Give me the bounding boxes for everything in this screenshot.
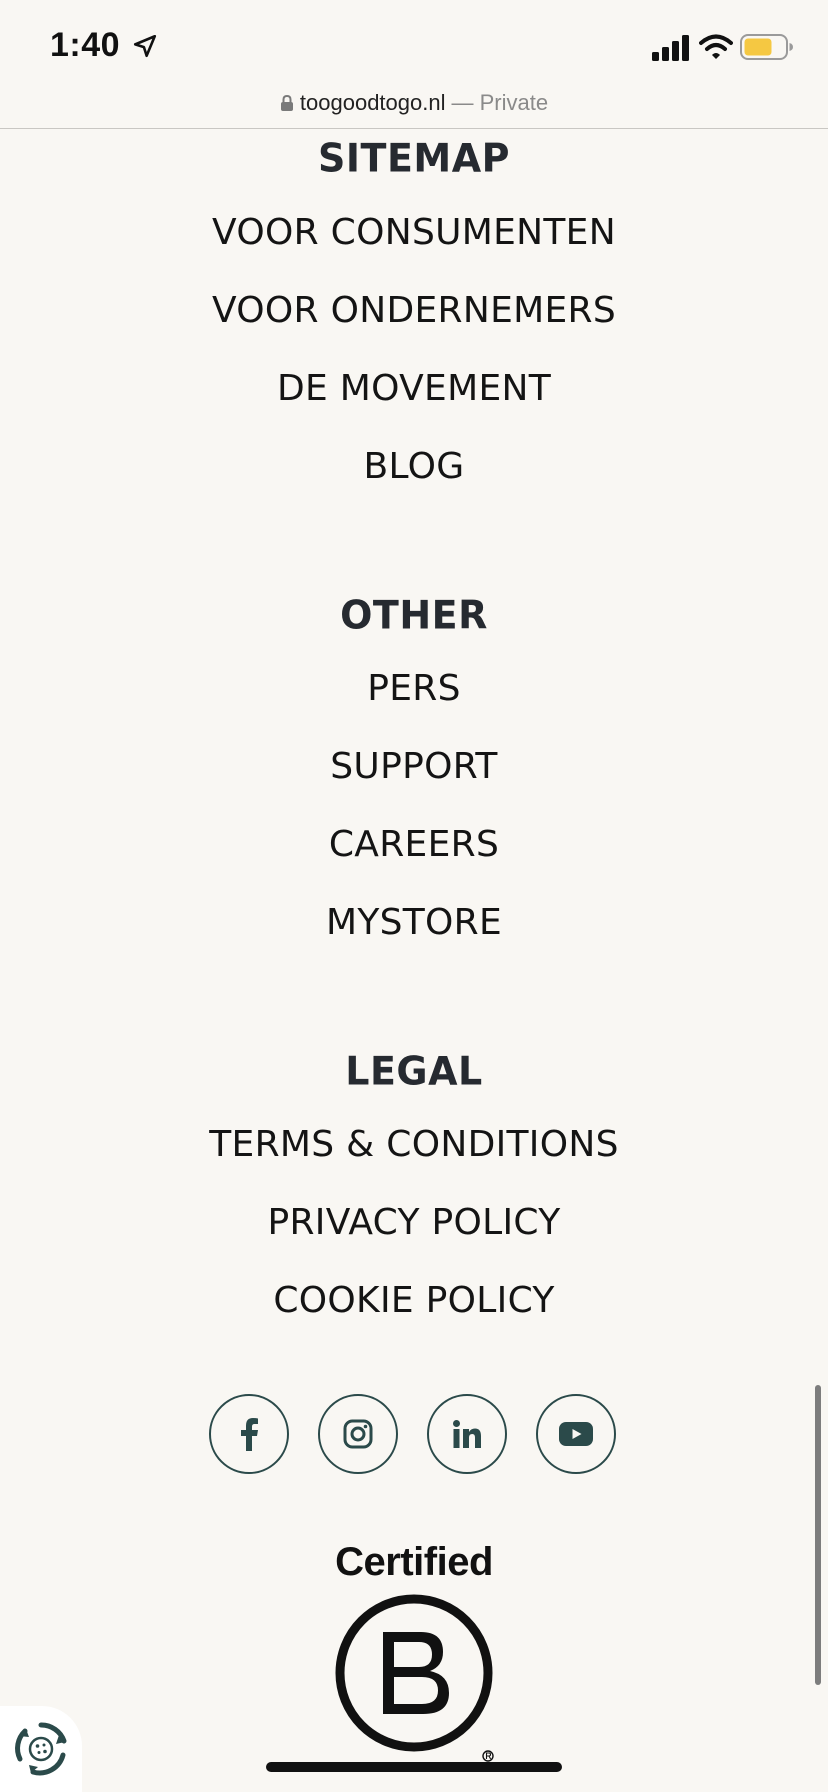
private-mode-label: — Private bbox=[451, 90, 549, 115]
linkedin-icon bbox=[453, 1420, 481, 1448]
link-terms-conditions[interactable]: TERMS & CONDITIONS bbox=[0, 1124, 828, 1165]
wifi-icon bbox=[699, 34, 733, 59]
scrollbar[interactable] bbox=[815, 1385, 821, 1685]
legal-heading: LEGAL bbox=[345, 1048, 483, 1094]
link-pers[interactable]: PERS bbox=[0, 668, 828, 709]
certified-label: Certified bbox=[335, 1540, 493, 1584]
link-mystore[interactable]: MYSTORE bbox=[0, 902, 828, 943]
facebook-button[interactable] bbox=[209, 1394, 289, 1474]
sitemap-heading: SITEMAP bbox=[318, 135, 510, 181]
youtube-icon bbox=[559, 1422, 593, 1446]
linkedin-button[interactable] bbox=[427, 1394, 507, 1474]
link-voor-consumenten[interactable]: VOOR CONSUMENTEN bbox=[0, 212, 828, 253]
link-blog[interactable]: BLOG bbox=[0, 446, 828, 487]
status-time: 1:40 bbox=[50, 26, 158, 65]
link-voor-ondernemers[interactable]: VOOR ONDERNEMERS bbox=[0, 290, 828, 331]
instagram-button[interactable] bbox=[318, 1394, 398, 1474]
battery-icon bbox=[740, 34, 793, 60]
other-heading: OTHER bbox=[340, 592, 488, 638]
b-corp-logo bbox=[335, 1594, 494, 1762]
instagram-icon bbox=[343, 1419, 373, 1449]
youtube-button[interactable] bbox=[536, 1394, 616, 1474]
link-privacy-policy[interactable]: PRIVACY POLICY bbox=[0, 1202, 828, 1243]
lock-icon bbox=[280, 94, 293, 111]
cellular-signal-icon bbox=[652, 35, 689, 61]
link-careers[interactable]: CAREERS bbox=[0, 824, 828, 865]
cookie-settings-button[interactable] bbox=[0, 1706, 82, 1792]
link-support[interactable]: SUPPORT bbox=[0, 746, 828, 787]
home-indicator[interactable] bbox=[266, 1762, 562, 1772]
location-arrow-icon bbox=[134, 34, 157, 57]
facebook-icon bbox=[241, 1418, 258, 1451]
cookie-settings-icon bbox=[15, 1722, 67, 1776]
link-de-movement[interactable]: DE MOVEMENT bbox=[0, 368, 828, 409]
status-time-text: 1:40 bbox=[50, 26, 121, 64]
link-cookie-policy[interactable]: COOKIE POLICY bbox=[0, 1280, 828, 1321]
url-domain: toogoodtogo.nl bbox=[299, 90, 446, 115]
url-bar[interactable]: toogoodtogo.nl — Private bbox=[0, 78, 828, 129]
